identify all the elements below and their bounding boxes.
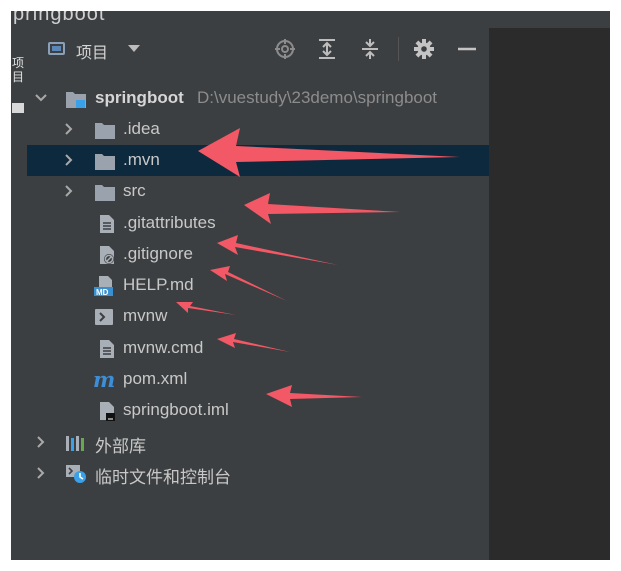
tree-item-springboot-iml[interactable]: springboot.iml <box>27 395 489 426</box>
chevron-right-icon[interactable] <box>35 467 47 479</box>
text-file-icon <box>100 340 114 358</box>
toolbar-divider <box>398 37 399 61</box>
tree-item-external-libraries[interactable]: 外部库 <box>27 427 489 458</box>
tree-item-label: .gitignore <box>123 244 193 263</box>
tree-item-label: .gitattributes <box>123 213 216 232</box>
scratches-label: 临时文件和控制台 <box>95 468 231 487</box>
panel-title[interactable]: 项目 <box>76 39 108 63</box>
maven-icon: m <box>93 370 115 390</box>
ignore-file-icon <box>100 246 114 264</box>
tree-item-mvnw-cmd[interactable]: mvnw.cmd <box>27 333 489 364</box>
tree-item-label: .idea <box>123 119 160 138</box>
root-path: D:\vuestudy\23demo\springboot <box>197 88 438 107</box>
module-file-icon <box>100 402 115 421</box>
chevron-right-icon[interactable] <box>35 436 47 448</box>
chevron-right-icon[interactable] <box>63 185 75 197</box>
tree-root-springboot[interactable]: springboot D:\vuestudy\23demo\springboot <box>27 83 489 114</box>
tree-item-label: HELP.md <box>123 275 194 294</box>
tool-tab-indicator <box>12 103 24 113</box>
tree-item-gitignore[interactable]: .gitignore <box>27 239 489 270</box>
shell-script-icon <box>95 309 113 325</box>
module-folder-icon <box>66 92 86 108</box>
folder-icon <box>95 185 115 201</box>
settings-gear-icon[interactable] <box>413 38 435 60</box>
minimize-icon[interactable] <box>456 38 478 60</box>
title-strip: pringboot <box>11 11 610 28</box>
tree-item-label: pom.xml <box>123 369 188 388</box>
tree-item-help-md[interactable]: MD HELP.md <box>27 270 489 301</box>
tree-item-idea[interactable]: .idea <box>27 114 489 145</box>
folder-icon <box>95 154 115 170</box>
tree-item-label: src <box>123 181 146 200</box>
chevron-down-icon[interactable] <box>35 92 47 104</box>
tree-item-label: .mvn <box>123 150 160 169</box>
chevron-right-icon[interactable] <box>63 123 75 135</box>
folder-icon <box>95 123 115 139</box>
tree-item-pom-xml[interactable]: m pom.xml <box>27 364 489 395</box>
tree-item-label: springboot.iml <box>123 400 229 419</box>
svg-text:MD: MD <box>96 288 109 296</box>
expand-all-icon[interactable] <box>316 38 338 60</box>
tree-item-label: mvnw.cmd <box>123 338 204 357</box>
tree-item-scratches[interactable]: 临时文件和控制台 <box>27 458 489 489</box>
dropdown-caret-icon[interactable] <box>128 45 140 52</box>
tree-item-label: mvnw <box>123 306 168 325</box>
title-fragment: pringboot <box>13 11 106 25</box>
tree-item-mvnw[interactable]: mvnw <box>27 301 489 332</box>
left-tool-strip: 项目 <box>11 28 27 560</box>
tree-item-gitattributes[interactable]: .gitattributes <box>27 208 489 239</box>
ide-window: pringboot 项目 项目 springboot D:\vuestudy\2… <box>11 11 610 560</box>
chevron-right-icon[interactable] <box>63 154 75 166</box>
project-tool-tab[interactable]: 项目 <box>11 56 25 84</box>
text-file-icon <box>100 215 114 233</box>
svg-text:m: m <box>93 370 115 390</box>
library-icon <box>66 436 84 451</box>
collapse-all-icon[interactable] <box>359 38 381 60</box>
external-libraries-label: 外部库 <box>95 437 146 456</box>
project-panel: 项目 springboot D:\vuestudy\23demo\springb… <box>27 28 490 560</box>
locate-icon[interactable] <box>274 38 296 60</box>
markdown-file-icon: MD <box>94 276 113 296</box>
editor-area <box>490 28 610 560</box>
project-panel-header: 项目 <box>27 28 489 68</box>
tree-item-src[interactable]: src <box>27 176 489 207</box>
view-mode-icon[interactable] <box>48 42 65 55</box>
root-name: springboot <box>95 88 184 107</box>
tree-item-mvn[interactable]: .mvn <box>27 145 489 176</box>
scratches-icon <box>66 465 86 483</box>
